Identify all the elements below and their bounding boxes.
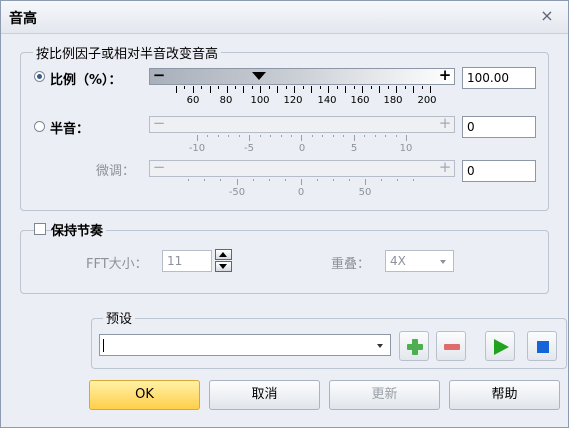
- preset-text-caret: [103, 339, 104, 352]
- ratio-input[interactable]: 100.00: [462, 67, 536, 89]
- finetune-minus-button[interactable]: −: [152, 160, 166, 177]
- chevron-down-icon: [440, 260, 446, 264]
- semitone-tick-label: 5: [350, 143, 358, 154]
- ratio-slider-thumb[interactable]: [252, 72, 266, 80]
- semitone-radio[interactable]: [34, 121, 45, 132]
- keep-tempo-checkbox[interactable]: [34, 223, 46, 235]
- play-icon: [494, 339, 509, 355]
- plus-icon: [407, 339, 423, 355]
- keep-tempo-label: 保持节奏: [51, 220, 107, 239]
- remove-preset-button[interactable]: [436, 331, 466, 361]
- close-icon[interactable]: ×: [536, 6, 558, 26]
- stop-icon: [537, 341, 549, 353]
- ratio-slider[interactable]: − +: [149, 68, 455, 85]
- finetune-slider[interactable]: − +: [149, 160, 455, 177]
- title-bar: 音高 ×: [1, 1, 568, 34]
- update-button[interactable]: 更新: [329, 380, 440, 410]
- fft-size-down-button[interactable]: [215, 261, 232, 272]
- overlap-select-value: 4X: [390, 254, 406, 268]
- ratio-tick-label: 180: [383, 95, 403, 106]
- dialog-title: 音高: [9, 11, 37, 27]
- preset-legend: 预设: [103, 308, 136, 327]
- semitone-plus-button[interactable]: +: [438, 116, 452, 133]
- semitone-tick-label: -10: [188, 143, 206, 154]
- semitone-tick-label: 0: [298, 143, 306, 154]
- ratio-plus-button[interactable]: +: [438, 68, 452, 85]
- ok-button[interactable]: OK: [89, 380, 200, 410]
- minus-icon: [444, 344, 460, 350]
- fft-size-input[interactable]: 11: [162, 250, 212, 272]
- preset-select[interactable]: [99, 334, 391, 356]
- ratio-tick-label: 120: [283, 95, 303, 106]
- ratio-label: 比例（%）：: [50, 73, 122, 88]
- ratio-minus-button[interactable]: −: [152, 68, 166, 85]
- chevron-down-icon: [377, 344, 383, 348]
- semitone-tick-label: 10: [399, 143, 413, 154]
- semitone-tick-label: -5: [244, 143, 254, 154]
- semitone-slider[interactable]: − +: [149, 116, 455, 133]
- finetune-tick-label: 50: [358, 187, 372, 198]
- finetune-tick-label: -50: [228, 187, 246, 198]
- pitch-dialog: 音高 × 按比例因子或相对半音改变音高 比例（%）： − + 60 80 100…: [0, 0, 569, 428]
- ratio-tick-label: 100: [250, 95, 270, 106]
- finetune-label: 微调：: [96, 164, 136, 179]
- help-button[interactable]: 帮助: [449, 380, 560, 410]
- ratio-tick-label: 160: [350, 95, 370, 106]
- fft-size-label: FFT大小：: [86, 257, 148, 272]
- ratio-radio[interactable]: [34, 71, 45, 82]
- play-button[interactable]: [485, 331, 515, 361]
- semitone-label: 半音：: [50, 122, 90, 137]
- fft-size-up-button[interactable]: [215, 249, 232, 260]
- stop-button[interactable]: [527, 331, 557, 361]
- ratio-ticks: [176, 86, 431, 93]
- ratio-tick-label: 140: [317, 95, 337, 106]
- add-preset-button[interactable]: [399, 331, 429, 361]
- ratio-tick-label: 200: [417, 95, 437, 106]
- finetune-plus-button[interactable]: +: [438, 160, 452, 177]
- pitch-group-legend: 按比例因子或相对半音改变音高: [33, 43, 222, 62]
- ratio-tick-label: 60: [186, 95, 200, 106]
- semitone-minus-button[interactable]: −: [152, 116, 166, 133]
- finetune-tick-label: 0: [297, 187, 305, 198]
- finetune-input[interactable]: 0: [462, 160, 536, 182]
- overlap-select[interactable]: 4X: [385, 250, 454, 272]
- semitone-ticks: [197, 135, 407, 141]
- overlap-label: 重叠：: [331, 257, 371, 272]
- cancel-button[interactable]: 取消: [209, 380, 320, 410]
- semitone-input[interactable]: 0: [462, 116, 536, 138]
- ratio-tick-label: 80: [219, 95, 233, 106]
- finetune-ticks: [188, 179, 414, 185]
